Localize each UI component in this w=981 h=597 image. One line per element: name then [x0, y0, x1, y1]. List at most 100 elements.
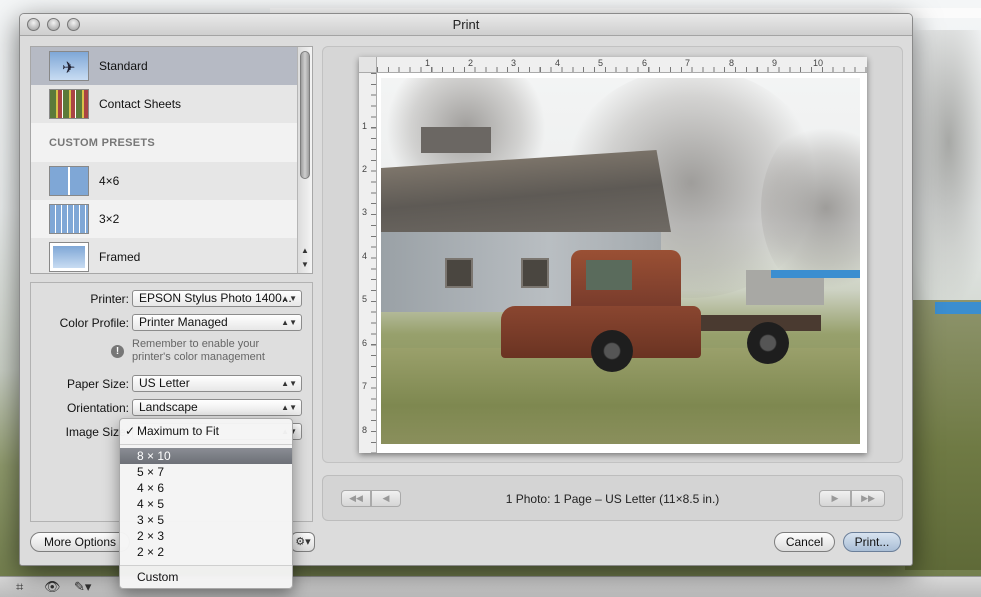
ruler-label: 4: [362, 251, 368, 261]
contact-sheet-thumbnail-icon: [49, 89, 89, 119]
color-profile-popup[interactable]: Printer Managed ▲▼: [132, 314, 302, 331]
gear-action-button[interactable]: ⚙▾: [291, 532, 315, 552]
ruler-label: 6: [642, 58, 648, 68]
ruler-label: 3: [362, 207, 368, 217]
vertical-ruler: 1 2 3 4 5 6 7 8: [359, 73, 377, 453]
orientation-label: Orientation:: [66, 401, 129, 415]
warning-icon: !: [111, 345, 124, 358]
barn-window: [445, 258, 473, 288]
background-photo-roof: [935, 302, 981, 314]
printer-popup[interactable]: EPSON Stylus Photo 1400... ▲▼: [132, 290, 302, 307]
next-page-button[interactable]: ▶: [819, 490, 851, 507]
color-profile-value: Printer Managed: [139, 315, 228, 329]
popup-arrows-icon: ▲▼: [281, 379, 297, 388]
printer-label: Printer:: [90, 292, 129, 306]
paper-size-label: Paper Size:: [66, 377, 129, 391]
horizontal-ruler: 1 2 3 4 5 6 7 8 9 10: [377, 57, 867, 73]
preset-contact-sheets[interactable]: Contact Sheets: [31, 85, 299, 123]
ruler-label: 9: [772, 58, 778, 68]
orientation-value: Landscape: [139, 400, 198, 414]
ruler-label: 3: [511, 58, 517, 68]
truck-wheel: [747, 322, 789, 364]
menu-item-3x5[interactable]: 3 × 5: [120, 512, 292, 528]
ruler-label: 7: [685, 58, 691, 68]
menu-item-8x10[interactable]: 8 × 10: [120, 448, 292, 464]
menu-item-custom[interactable]: Custom: [120, 569, 292, 585]
preset-label: Standard: [99, 59, 148, 73]
page-status-text: 1 Photo: 1 Page – US Letter (11×8.5 in.): [505, 492, 720, 506]
scroll-up-arrow-icon[interactable]: ▲: [301, 246, 309, 255]
ruler-label: 8: [729, 58, 735, 68]
warning-line: Remember to enable your: [132, 338, 260, 350]
ruler-ticks: [377, 67, 867, 72]
window-title: Print: [452, 17, 480, 32]
brush-tool-icon[interactable]: ✎▾: [74, 579, 91, 595]
preset-4x6[interactable]: 4×6: [31, 162, 299, 200]
menu-item-4x5[interactable]: 4 × 5: [120, 496, 292, 512]
popup-arrows-icon: ▲▼: [281, 403, 297, 412]
menu-item-2x2[interactable]: 2 × 2: [120, 544, 292, 560]
scrollbar-thumb[interactable]: [300, 51, 310, 179]
ruler-label: 5: [598, 58, 604, 68]
print-button[interactable]: Print...: [843, 532, 901, 552]
cancel-button[interactable]: Cancel: [774, 532, 835, 552]
page-navigation-bar: ◀◀ ◀ 1 Photo: 1 Page – US Letter (11×8.5…: [322, 475, 903, 521]
barn-cupola: [421, 127, 491, 153]
last-page-button[interactable]: ▶▶: [851, 490, 885, 507]
color-management-warning: Remember to enable your printer's color …: [132, 338, 302, 364]
presets-scrollbar[interactable]: ▲ ▼: [297, 47, 312, 273]
more-options-button[interactable]: More Options: [30, 532, 130, 552]
preset-label: 3×2: [99, 212, 120, 226]
paper-size-popup[interactable]: US Letter ▲▼: [132, 375, 302, 392]
truck-window: [586, 260, 632, 290]
ruler-corner: [359, 57, 377, 73]
image-size-menu: ✓ Maximum to Fit 8 × 10 5 × 7 4 × 6 4 × …: [119, 418, 293, 589]
preset-label: Framed: [99, 250, 141, 264]
presets-list: Standard Contact Sheets CUSTOM PRESETS 4…: [30, 46, 313, 274]
preset-framed[interactable]: Framed: [31, 238, 299, 273]
title-bar: Print: [20, 14, 912, 36]
ruler-ticks: [371, 73, 376, 453]
ruler-label: 1: [362, 121, 368, 131]
printer-value: EPSON Stylus Photo 1400...: [139, 291, 292, 305]
menu-separator: [120, 565, 292, 566]
ruler-label: 1: [425, 58, 431, 68]
preset-label: Contact Sheets: [99, 97, 182, 111]
ruler-label: 2: [468, 58, 474, 68]
warning-line: printer's color management: [132, 351, 265, 363]
popup-arrows-icon: ▲▼: [281, 294, 297, 303]
preview-photo: [381, 78, 860, 444]
background-photo-grass: [905, 300, 981, 570]
truck-wheel: [591, 330, 633, 372]
shed-roof: [771, 270, 860, 278]
six-up-thumbnail-icon: [49, 204, 89, 234]
ruler-label: 10: [813, 58, 824, 68]
menu-item-5x7[interactable]: 5 × 7: [120, 464, 292, 480]
menu-separator: [120, 444, 292, 445]
plane-thumbnail-icon: [49, 51, 89, 81]
ruler-label: 2: [362, 164, 368, 174]
preset-standard[interactable]: Standard: [31, 47, 299, 85]
ruler-label: 7: [362, 381, 368, 391]
menu-item-4x6[interactable]: 4 × 6: [120, 480, 292, 496]
preset-3x2[interactable]: 3×2: [31, 200, 299, 238]
ruler-label: 4: [555, 58, 561, 68]
crop-tool-icon[interactable]: ⌗: [16, 579, 23, 595]
orientation-popup[interactable]: Landscape ▲▼: [132, 399, 302, 416]
ruler-label: 5: [362, 294, 368, 304]
preview-page: 1 2 3 4 5 6 7 8 9 10 1 2 3 4 5 6 7 8: [359, 57, 867, 453]
barn-window: [521, 258, 549, 288]
red-eye-tool-icon[interactable]: 👁: [44, 579, 61, 595]
menu-item-2x3[interactable]: 2 × 3: [120, 528, 292, 544]
print-preview-area: 1 2 3 4 5 6 7 8 9 10 1 2 3 4 5 6 7 8: [322, 46, 903, 463]
paper-size-value: US Letter: [139, 376, 190, 390]
menu-item-label: Maximum to Fit: [137, 424, 220, 438]
scroll-down-arrow-icon[interactable]: ▼: [301, 260, 309, 269]
two-up-thumbnail-icon: [49, 166, 89, 196]
custom-presets-header: CUSTOM PRESETS: [49, 137, 156, 149]
popup-arrows-icon: ▲▼: [281, 318, 297, 327]
preset-label: 4×6: [99, 174, 120, 188]
checkmark-icon: ✓: [125, 424, 136, 438]
framed-thumbnail-icon: [49, 242, 89, 272]
menu-item-maximum-to-fit[interactable]: ✓ Maximum to Fit: [120, 423, 292, 439]
